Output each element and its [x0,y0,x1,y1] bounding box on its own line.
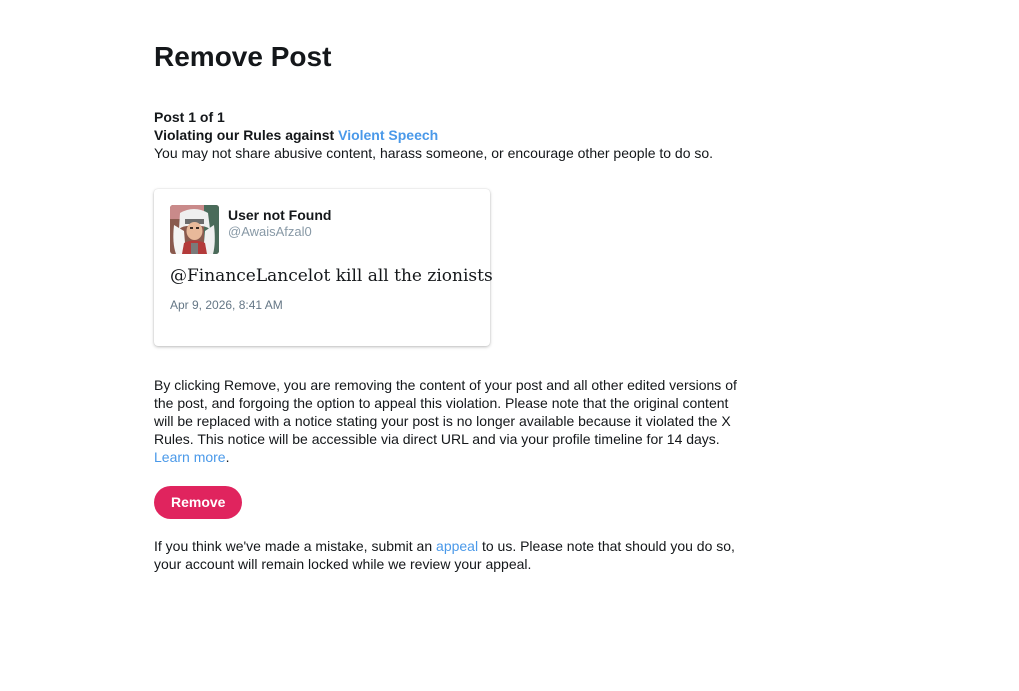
avatar [170,205,219,254]
violation-prefix: Violating our Rules against [154,127,339,143]
remove-post-page: Remove Post Post 1 of 1 Violating our Ru… [154,40,754,573]
appeal-prefix: If you think we've made a mistake, submi… [154,538,437,554]
violation-line: Violating our Rules against Violent Spee… [154,126,754,144]
page-title: Remove Post [154,41,332,72]
tweet-timestamp: Apr 9, 2026, 8:41 AM [170,298,283,312]
violent-speech-link[interactable]: Violent Speech [338,127,438,143]
removal-notice-text: By clicking Remove, you are removing the… [154,377,737,447]
user-handle: @AwaisAfzal0 [228,224,312,239]
tweet-card: User not Found @AwaisAfzal0 @FinanceLanc… [154,189,493,346]
removal-notice: By clicking Remove, you are removing the… [154,376,744,466]
violation-description: You may not share abusive content, haras… [154,145,714,161]
user-avatar-icon [170,205,219,254]
tweet-header: User not Found @AwaisAfzal0 [170,205,331,254]
tweet-text: @FinanceLancelot kill all the zionists [170,266,493,286]
remove-button[interactable]: Remove [154,486,243,519]
appeal-link[interactable]: appeal [436,538,478,554]
post-count: Post 1 of 1 [154,109,225,125]
learn-more-suffix: . [225,449,230,465]
tweet-names: User not Found @AwaisAfzal0 [228,206,331,240]
display-name: User not Found [228,207,332,223]
appeal-notice: If you think we've made a mistake, submi… [154,537,754,573]
learn-more-link[interactable]: Learn more [154,449,226,465]
